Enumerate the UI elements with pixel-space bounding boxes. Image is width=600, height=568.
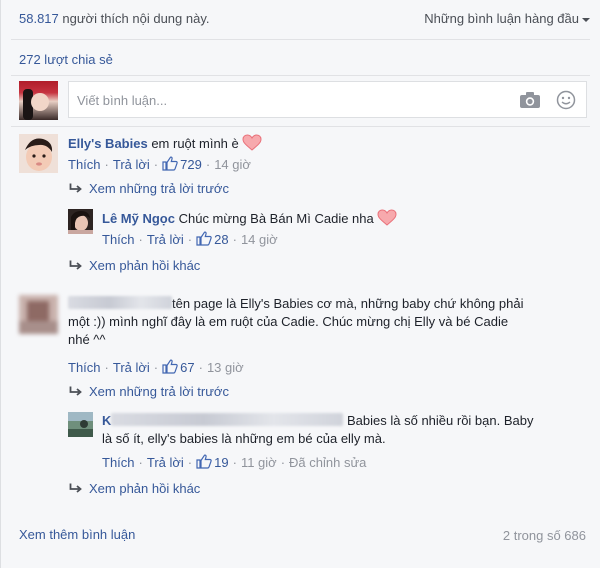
reply-arrow-icon <box>69 183 82 193</box>
current-user-avatar[interactable] <box>19 81 58 120</box>
more-replies-link[interactable]: Xem phản hồi khác <box>69 481 200 496</box>
heart-icon <box>242 134 262 151</box>
like-button[interactable]: Thích <box>68 360 101 375</box>
comment-body: Elly's Babies em ruột mình è <box>68 134 262 153</box>
shares-link[interactable]: 272 lượt chia sẻ <box>19 52 113 67</box>
sort-dropdown[interactable]: Những bình luận hàng đầu <box>424 11 590 26</box>
like-button[interactable]: Thích <box>68 157 101 172</box>
edited-label[interactable]: Đã chỉnh sửa <box>289 455 366 470</box>
divider <box>11 75 590 76</box>
comment-count: 2 trong số 686 <box>502 528 586 543</box>
more-comments-link[interactable]: Xem thêm bình luận <box>19 527 135 542</box>
comment-text: tên page là Elly's Babies cơ mà, những b… <box>172 296 524 311</box>
reply-author[interactable]: Lê Mỹ Ngọc <box>102 211 175 226</box>
comment-time[interactable]: 13 giờ <box>207 360 244 375</box>
commenter-avatar[interactable] <box>19 295 58 334</box>
like-text: người thích nội dung này. <box>62 11 210 26</box>
reply-text: Chúc mừng Bà Bán Mì Cadie nha <box>178 211 374 226</box>
comment-time[interactable]: 14 giờ <box>214 157 251 172</box>
reply-arrow-icon <box>69 260 82 270</box>
reply-body: Lê Mỹ Ngọc Chúc mừng Bà Bán Mì Cadie nha <box>102 209 397 228</box>
thumbs-up-icon <box>162 156 178 171</box>
comment-actions: Thích · Trả lời · 67 · 13 giờ <box>68 359 244 375</box>
comment-likes[interactable]: 729 <box>162 156 202 172</box>
like-button[interactable]: Thích <box>102 455 135 470</box>
reply-button[interactable]: Trả lời <box>147 232 184 247</box>
reply-button[interactable]: Trả lời <box>113 157 150 172</box>
like-button[interactable]: Thích <box>102 232 135 247</box>
comment-body: tên page là Elly's Babies cơ mà, những b… <box>68 295 588 349</box>
previous-replies-link[interactable]: Xem những trả lời trước <box>69 181 229 196</box>
camera-icon[interactable] <box>519 91 541 109</box>
comment-text: một :)) mình nghĩ đây là em ruột của Cad… <box>68 314 509 329</box>
thumbs-up-icon <box>162 359 178 374</box>
divider <box>11 39 590 40</box>
smiley-icon[interactable] <box>556 90 576 110</box>
heart-icon <box>377 209 397 226</box>
divider <box>11 126 590 127</box>
comment-text: em ruột mình è <box>151 136 239 151</box>
caret-down-icon <box>582 17 590 22</box>
comment-author[interactable]: Elly's Babies <box>68 136 148 151</box>
more-replies-link[interactable]: Xem phản hồi khác <box>69 258 200 273</box>
reply-text: Babies là số nhiều rồi bạn. Baby <box>347 413 534 428</box>
comment-text: nhé ^^ <box>68 332 106 347</box>
blurred-author-name <box>68 296 172 309</box>
reply-text: là số ít, elly's babies là những em bé c… <box>102 431 386 446</box>
reply-avatar[interactable] <box>68 412 93 437</box>
reply-actions: Thích · Trả lời · 28 · 14 giờ <box>102 231 278 247</box>
previous-replies-link[interactable]: Xem những trả lời trước <box>69 384 229 399</box>
comment-input[interactable] <box>77 90 507 110</box>
comment-composer[interactable] <box>68 81 587 118</box>
commenter-avatar[interactable] <box>19 134 58 173</box>
reply-button[interactable]: Trả lời <box>113 360 150 375</box>
comment-actions: Thích · Trả lời · 729 · 14 giờ <box>68 156 251 172</box>
thumbs-up-icon <box>196 454 212 469</box>
reply-likes[interactable]: 19 <box>196 454 229 470</box>
like-count[interactable]: 58.817 <box>19 11 59 26</box>
reply-likes[interactable]: 28 <box>196 231 229 247</box>
blurred-author-name <box>111 413 344 426</box>
reply-arrow-icon <box>69 386 82 396</box>
comment-likes[interactable]: 67 <box>162 359 195 375</box>
reply-arrow-icon <box>69 483 82 493</box>
reply-avatar[interactable] <box>68 209 93 234</box>
reply-actions: Thích · Trả lời · 19 · 11 giờ · Đã chỉnh sửa <box>102 454 367 470</box>
reply-button[interactable]: Trả lời <box>147 455 184 470</box>
reply-time[interactable]: 14 giờ <box>241 232 278 247</box>
comments-panel: 58.817 người thích nội dung này. Những b… <box>0 0 600 568</box>
reply-body: K Babies là số nhiều rồi bạn. Baby là số… <box>102 412 572 448</box>
thumbs-up-icon <box>196 231 212 246</box>
reply-time[interactable]: 11 giờ <box>241 455 277 470</box>
sort-label: Những bình luận hàng đầu <box>424 11 579 26</box>
likes-summary[interactable]: 58.817 người thích nội dung này. <box>19 11 209 26</box>
